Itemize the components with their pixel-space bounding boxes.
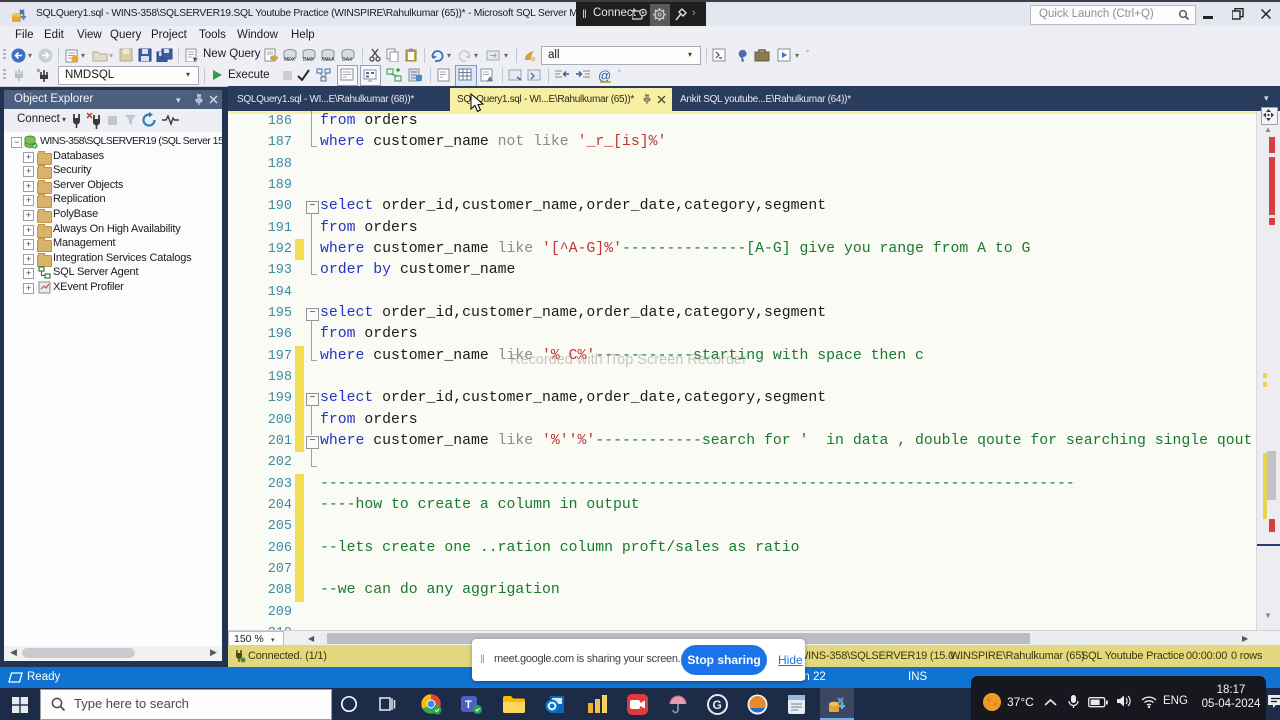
svg-text:XMLA: XMLA xyxy=(321,57,335,62)
svg-text:DAX: DAX xyxy=(342,57,353,62)
svg-text:G: G xyxy=(713,698,722,712)
svg-text:DMX: DMX xyxy=(303,57,315,62)
svg-text:@: @ xyxy=(598,68,611,83)
svg-text:T: T xyxy=(465,699,472,711)
svg-text:MDX: MDX xyxy=(284,57,296,62)
